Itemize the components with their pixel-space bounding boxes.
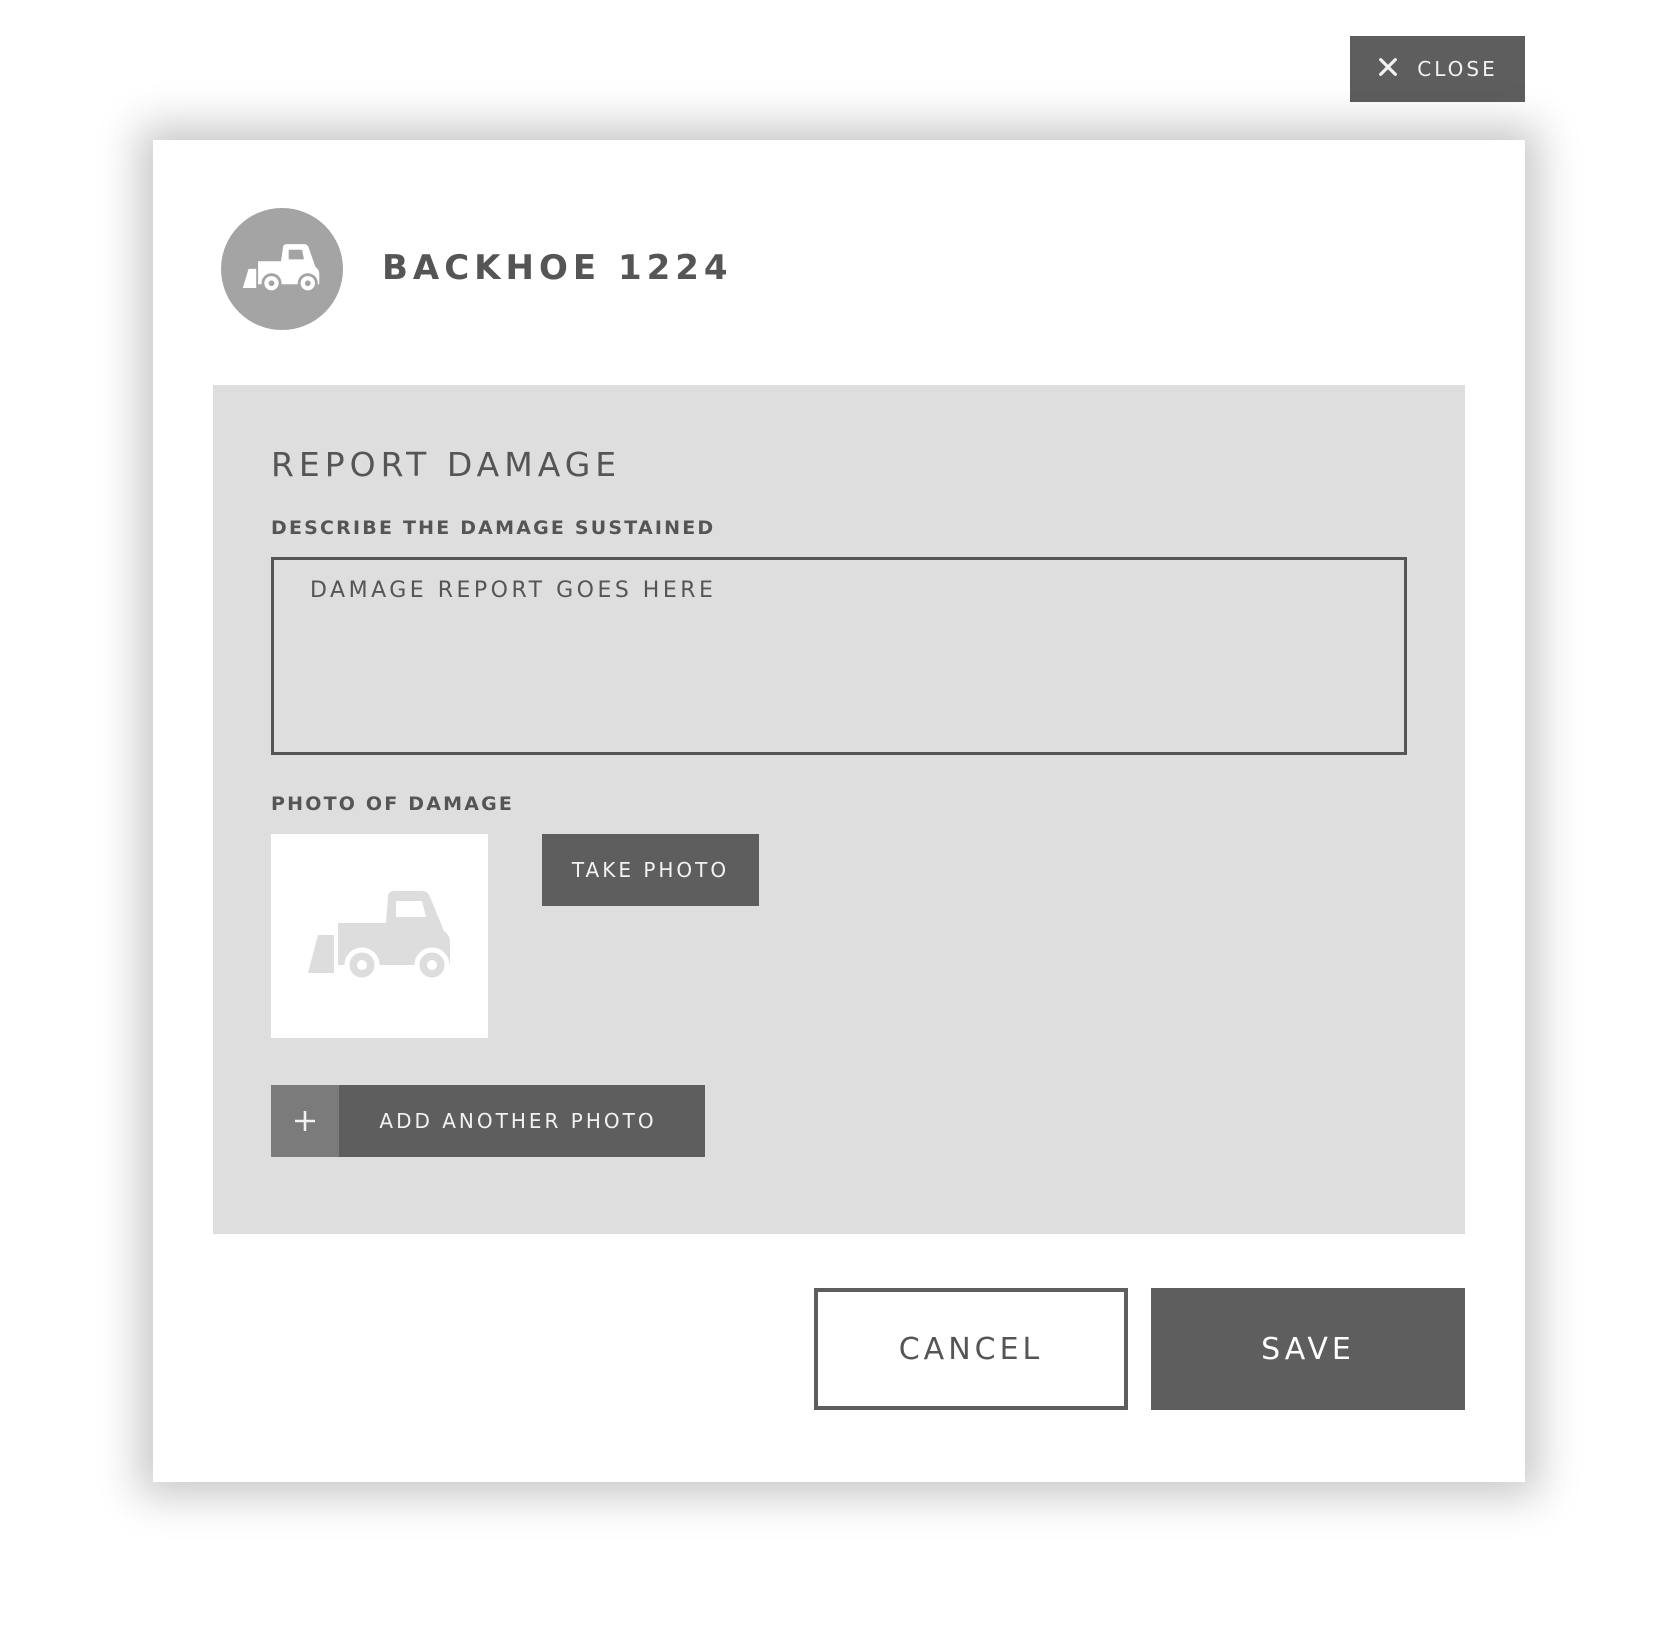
asset-avatar: [221, 208, 343, 330]
plus-icon: [271, 1085, 339, 1157]
photo-label: PHOTO OF DAMAGE: [271, 793, 515, 815]
asset-title: BACKHOE 1224: [382, 248, 733, 288]
report-damage-panel: REPORT DAMAGE DESCRIBE THE DAMAGE SUSTAI…: [213, 385, 1465, 1234]
add-another-photo-label: ADD ANOTHER PHOTO: [379, 1109, 657, 1133]
photo-thumbnail: [271, 834, 488, 1038]
section-title: REPORT DAMAGE: [271, 445, 622, 484]
backhoe-placeholder-icon: [302, 885, 458, 987]
close-button[interactable]: CLOSE: [1350, 36, 1525, 102]
take-photo-button[interactable]: TAKE PHOTO: [542, 834, 759, 906]
close-label: CLOSE: [1417, 57, 1498, 81]
description-label: DESCRIBE THE DAMAGE SUSTAINED: [271, 517, 716, 539]
cancel-button[interactable]: CANCEL: [814, 1288, 1128, 1410]
backhoe-icon: [239, 239, 325, 299]
save-button[interactable]: SAVE: [1151, 1288, 1465, 1410]
add-another-photo-button[interactable]: ADD ANOTHER PHOTO: [271, 1085, 705, 1157]
close-icon: [1377, 56, 1399, 83]
report-damage-modal: BACKHOE 1224 REPORT DAMAGE DESCRIBE THE …: [153, 140, 1525, 1482]
damage-description-input[interactable]: [271, 557, 1407, 755]
